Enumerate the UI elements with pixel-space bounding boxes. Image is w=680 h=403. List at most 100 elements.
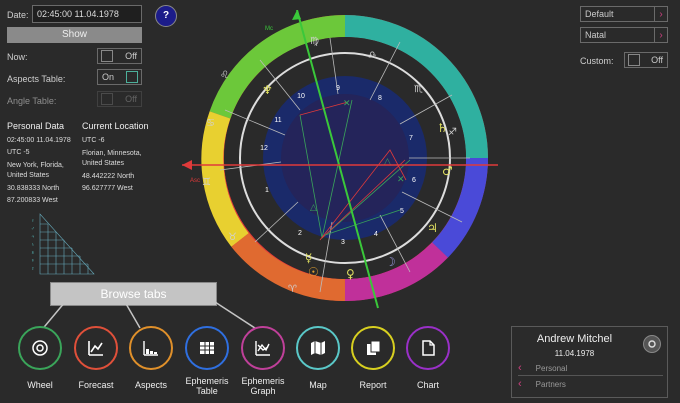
neptune-icon: ♆ [262,83,273,97]
toggle-box [101,93,113,105]
house-number: 1 [265,187,269,194]
nav-map-button[interactable] [296,326,340,370]
svg-text:♂: ♂ [31,226,35,232]
show-button[interactable]: Show [7,27,142,43]
location-lat: 48.442222 North [82,173,135,180]
asc-label: Asc [190,178,200,184]
profile-name: Andrew Mitchel [536,333,613,345]
house-number: 5 [400,208,404,215]
partners-tab-label: Partners [535,379,566,389]
location-utc: UTC -6 [82,137,105,144]
house-number: 9 [336,85,340,92]
house-number: 3 [341,239,345,246]
nav-wheel-button[interactable] [18,326,62,370]
chart-kind-value: Natal [585,30,607,40]
angle-table-toggle[interactable]: Off [97,91,142,107]
house-number: 12 [260,145,268,152]
house-number: 4 [374,231,378,238]
svg-text:♇: ♇ [31,266,35,272]
document-icon [422,340,435,356]
nav-forecast-label: Forecast [78,380,114,390]
now-label: Now: [7,52,28,62]
natal-wheel[interactable]: 1 2 3 4 5 6 7 8 9 10 11 12 ✕ ✕ △ △ Mc As… [180,10,510,310]
house-number: 2 [298,230,302,237]
nav-aspects-button[interactable] [129,326,173,370]
nav-report-label: Report [359,380,387,390]
svg-text:♄: ♄ [31,242,35,248]
aspects-icon [143,341,158,356]
chevron-right-icon: › [654,7,667,21]
sign-glyph: ♋ [206,118,215,129]
help-icon[interactable]: ? [155,5,177,27]
chart-kind-select[interactable]: Natal › [580,27,668,43]
mercury-icon: ☿ [305,251,312,265]
aspect-symbol: ✕ [343,99,351,109]
sun-icon: ☉ [308,265,319,279]
custom-state: Off [651,55,663,65]
personal-tab-label: Personal [535,363,568,373]
house-number: 7 [409,135,413,142]
svg-text:♃: ♃ [31,234,35,240]
nav-wheel-label: Wheel [27,380,53,390]
profile-panel: Andrew Mitchel 11.04.1978 ‹ Personal ‹ P… [511,326,668,398]
personal-data-panel: Personal Data 02:45:00 11.04.1978 UTC -5… [7,120,82,207]
nav-ephemeris-graph-button[interactable] [241,326,285,370]
moon-icon: ☽ [385,255,396,269]
sign-glyph: ♊ [202,177,211,188]
aspects-table-toggle[interactable]: On [97,69,142,85]
gear-icon[interactable] [643,335,661,353]
line-chart-icon [88,341,103,356]
partners-tab[interactable]: ‹ Partners [518,377,663,391]
now-toggle[interactable]: Off [97,48,142,64]
aspect-symbol: ✕ [397,175,405,185]
house-number: 8 [378,95,382,102]
nav-map-label: Map [309,380,327,390]
graph-icon [255,341,270,356]
nav-chart-button[interactable] [406,326,450,370]
profile-date: 11.04.1978 [554,349,595,358]
nav-ephemeris-graph-label: Ephemeris Graph [241,376,285,396]
house-number: 6 [412,177,416,184]
aspects-table-label: Aspects Table: [7,74,66,84]
chevron-right-icon: › [654,28,667,42]
custom-label: Custom: [580,56,614,66]
current-location-panel: Current Location UTC -6 Florian, Minneso… [82,120,152,195]
angle-state: Off [125,94,137,104]
sign-glyph: ♈ [288,284,297,295]
aspect-grid[interactable]: ♀ ♂ ♃ ♄ ♅ ♆ ♇ [28,210,98,280]
aspects-state: On [102,72,115,82]
sign-glyph: ♌ [220,70,229,81]
toggle-box [126,71,138,83]
preset-select[interactable]: Default › [580,6,668,22]
current-location-title: Current Location [82,121,149,131]
location-lon: 96.627777 West [82,185,133,192]
sign-glyph: ♐ [448,127,457,138]
location-place: Florian, Minnesota, United States [82,150,142,167]
svg-text:♆: ♆ [31,258,35,264]
personal-time: 02:45:00 11.04.1978 [7,137,71,144]
date-input[interactable]: 02:45:00 11.04.1978 [32,5,142,23]
personal-utc: UTC -5 [7,149,30,156]
personal-tab[interactable]: ‹ Personal [518,361,663,376]
aspect-symbol: △ [310,203,317,213]
nav-report-button[interactable] [351,326,395,370]
sign-glyph: ♉ [228,232,237,243]
sign-glyph: ♍ [310,36,319,47]
sign-glyph: ♏ [414,84,423,95]
chevron-left-icon: ‹ [518,362,522,374]
personal-lon: 87.200833 West [7,197,58,204]
nav-aspects-label: Aspects [134,380,167,390]
svg-text:♀: ♀ [31,218,35,224]
mars-icon: ♂ [442,164,453,178]
custom-toggle[interactable]: Off [624,52,668,68]
nav-forecast-button[interactable] [74,326,118,370]
table-icon [200,342,214,354]
angle-table-label: Angle Table: [7,96,57,106]
svg-text:♅: ♅ [31,250,35,256]
nav-chart-label: Chart [416,380,439,390]
house-number: 11 [274,117,281,124]
preset-value: Default [585,9,614,19]
personal-lat: 30.838333 North [7,185,60,192]
toggle-box [628,54,640,66]
nav-ephemeris-table-button[interactable] [185,326,229,370]
